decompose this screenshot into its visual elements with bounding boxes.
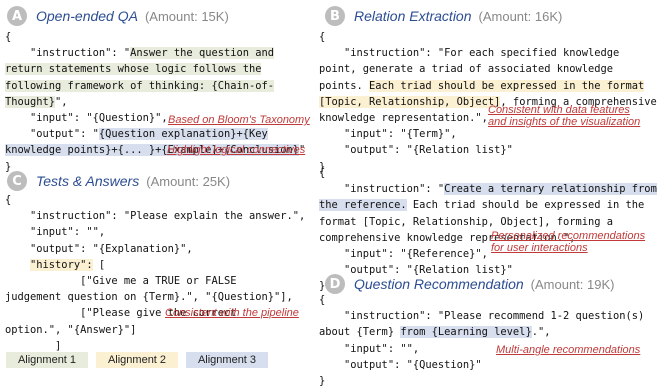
panel-c-header: C Tests & Answers (Amount: 25K): [7, 171, 230, 191]
panel-b-amount: (Amount: 16K): [478, 8, 563, 24]
panel-c-badge: C: [7, 171, 27, 191]
panel-d-amount: (Amount: 19K): [530, 276, 615, 292]
panel-b-title: Relation Extraction: [354, 8, 472, 24]
panel-a-header: A Open-ended QA (Amount: 15K): [7, 6, 229, 26]
panel-b-badge: B: [325, 6, 345, 26]
annotation-logical-connectives: Highlight logical connectives: [167, 144, 306, 156]
annotation-data-features: Consistent with data features and insight…: [488, 104, 641, 128]
panel-d-code: { "instruction": "Please recommend 1-2 q…: [319, 294, 645, 388]
panel-d-header: D Question Recommendation (Amount: 19K): [325, 274, 614, 294]
legend-alignment-2: Alignment 2: [96, 352, 178, 368]
alignment-2-highlight: Each triad should be expressed in the fo…: [369, 79, 645, 92]
panel-c-code: { "instruction": "Please explain the ans…: [5, 194, 306, 368]
panel-a-amount: (Amount: 15K): [144, 8, 229, 24]
panel-d-badge: D: [325, 274, 345, 294]
panel-a-badge: A: [7, 6, 27, 26]
panel-c-title: Tests & Answers: [36, 173, 140, 189]
legend-alignment-3: Alignment 3: [186, 352, 268, 368]
panel-b-header: B Relation Extraction (Amount: 16K): [325, 6, 562, 26]
alignment-3-highlight: {Question explanation}+{Key: [98, 128, 268, 141]
panel-d-title: Question Recommendation: [354, 276, 524, 292]
annotation-pipeline: Consistent with the pipeline: [165, 307, 299, 319]
panel-b-code-1: { "instruction": "For each specified kno…: [319, 31, 657, 173]
annotation-personalized-recommendations: Personalized recommendations for user int…: [491, 230, 646, 254]
legend-alignment-1: Alignment 1: [6, 352, 88, 368]
panel-a-title: Open-ended QA: [36, 8, 138, 24]
alignment-1-highlight: Answer the question and: [130, 47, 275, 60]
annotation-multi-angle: Multi-angle recommendations: [496, 344, 641, 356]
annotation-blooms-taxonomy: Based on Bloom's Taxonomy: [168, 114, 310, 126]
panel-c-amount: (Amount: 25K): [146, 173, 231, 189]
